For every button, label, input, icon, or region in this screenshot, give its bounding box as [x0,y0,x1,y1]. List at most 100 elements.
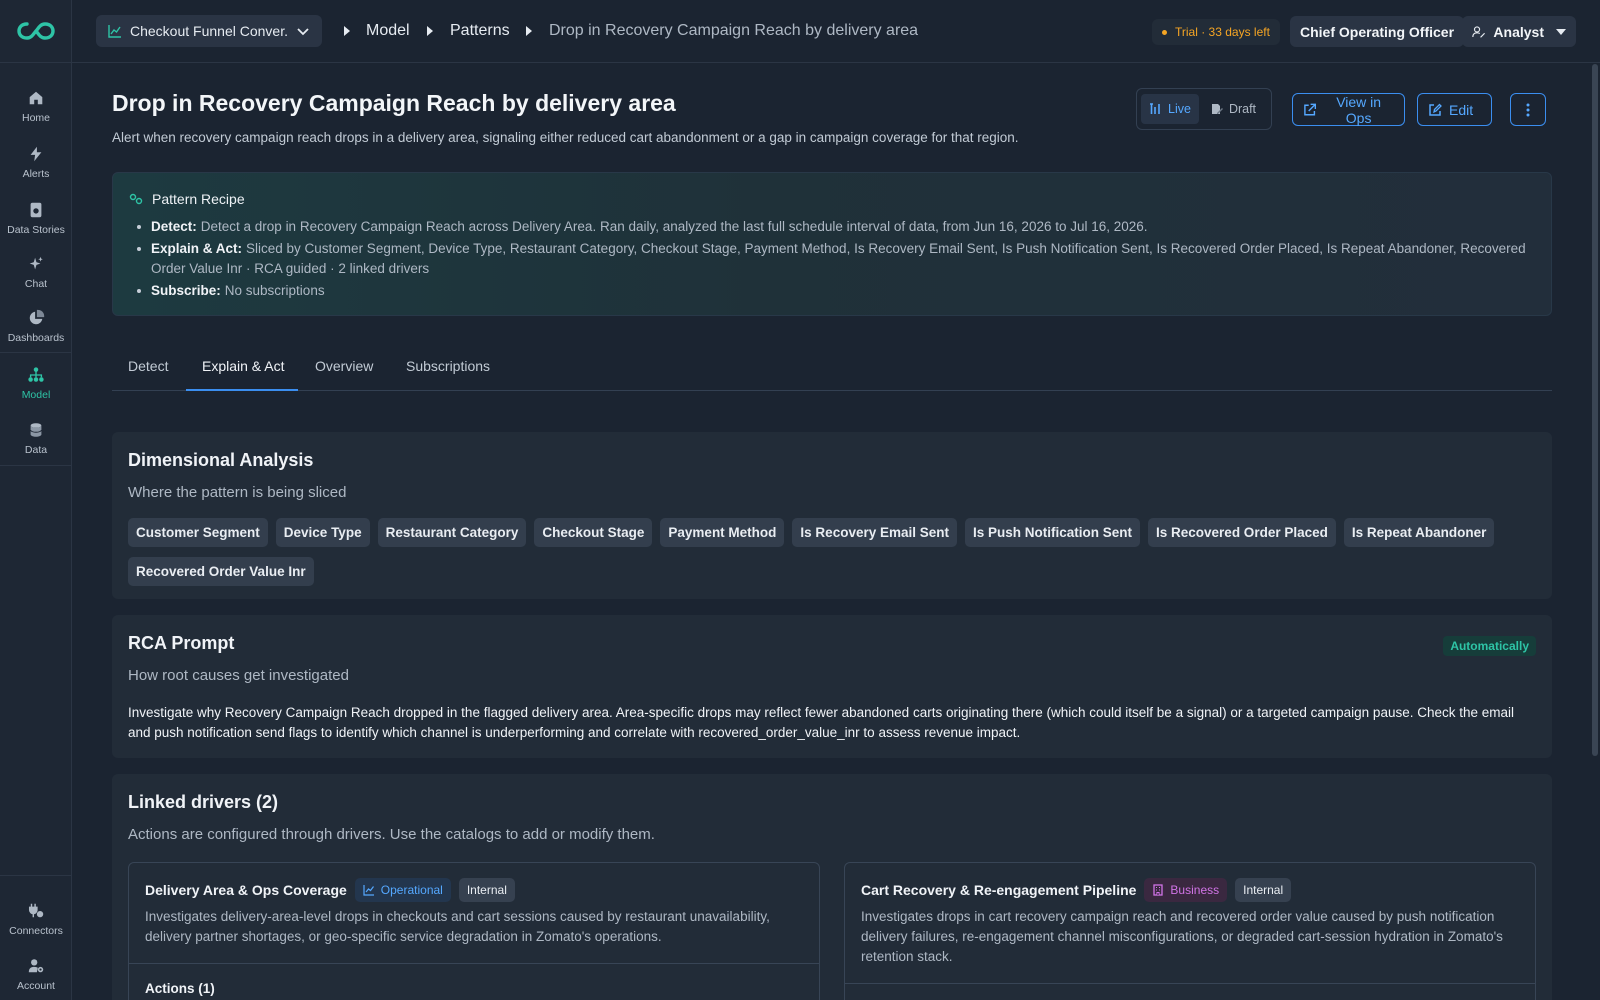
trial-text: Trial · 33 days left [1175,25,1270,39]
card-subtitle: How root causes get investigated [128,667,349,684]
tab-subscriptions[interactable]: Subscriptions [406,358,490,374]
driver-type-label: Business [1170,883,1220,897]
sidebar-item-account[interactable]: Account [0,948,72,1000]
sidebar-item-home[interactable]: Home [0,80,72,132]
dimension-chip: Payment Method [660,518,785,547]
database-icon [30,422,42,437]
line-chart-icon [108,25,121,38]
dimensional-analysis-card: Dimensional Analysis Where the pattern i… [112,432,1552,599]
external-link-icon [1304,103,1317,115]
mode-live-button[interactable]: Live [1141,94,1199,124]
page-title: Drop in Recovery Campaign Reach by deliv… [112,90,676,116]
mode-draft-button[interactable]: Draft [1203,94,1264,124]
page-scrollbar[interactable] [1592,64,1598,756]
breadcrumb-patterns[interactable]: Patterns [450,22,510,40]
plug-icon [28,903,44,917]
driver-type-label: Operational [380,883,443,897]
driver-header: Delivery Area & Ops Coverage Operational… [145,878,515,902]
mode-toggle: Live Draft [1136,88,1272,130]
recipe-subscribe-text: No subscriptions [224,283,325,298]
hierarchy-icon [28,366,44,382]
app-logo[interactable] [0,0,71,63]
driver-scope-badge: Internal [458,878,515,902]
metric-select[interactable]: Checkout Funnel Conver... [96,15,322,47]
driver-type-badge: Operational [354,878,451,902]
dimension-chip-list: Customer Segment Device Type Restaurant Ca… [128,518,1508,586]
dimension-chip: Is Push Notification Sent [965,518,1141,547]
nav-divider [0,875,72,876]
recipe-explain-label: Explain & Act: [151,241,243,256]
nav-divider [0,465,72,466]
card-title: Linked drivers (2) [128,792,279,812]
breadcrumb-separator-icon [344,26,350,36]
role-select[interactable]: Analyst [1462,16,1576,47]
driver-scope-badge: Internal [1235,878,1292,902]
sidebar-item-label: Connectors [9,924,63,937]
recipe-explain: Explain & Act: Sliced by Customer Segment… [135,239,1535,279]
view-in-ops-button[interactable]: View in Ops [1292,93,1405,126]
tab-explain-act[interactable]: Explain & Act [202,358,285,374]
breadcrumb-separator-icon [526,26,532,36]
home-icon [29,91,43,104]
caret-down-icon [1556,28,1566,35]
dimension-chip: Recovered Order Value Inr [128,557,314,586]
chevron-down-icon [297,28,309,36]
mode-live-label: Live [1168,102,1191,116]
status-dot [1162,29,1167,35]
card-subtitle: Where the pattern is being sliced [128,484,347,501]
sidebar-item-label: Account [17,979,55,992]
sidebar-item-data[interactable]: Data [0,412,72,464]
mode-draft-label: Draft [1228,102,1257,116]
persona-button[interactable]: Chief Operating Officer [1290,16,1465,47]
kebab-menu-icon [1526,103,1530,116]
divider [845,983,1535,984]
sidebar: Home Alerts Data Stories Chat Dashboards… [0,0,72,1000]
sparkle-icon [29,256,43,269]
driver-card[interactable]: Cart Recovery & Re-engagement Pipeline B… [844,862,1536,1000]
breadcrumb-model[interactable]: Model [366,22,410,40]
driver-description: Investigates delivery-area-level drops i… [145,909,770,944]
dimension-chip: Is Recovered Order Placed [1148,518,1336,547]
top-bar: Checkout Funnel Conver... Model Patterns… [72,0,1600,63]
sidebar-item-label: Chat [24,277,48,290]
metric-select-value: Checkout Funnel Conver... [130,23,288,39]
recipe-icon [129,193,143,205]
driver-header: Cart Recovery & Re-engagement Pipeline B… [861,878,1292,902]
tab-overview[interactable]: Overview [315,358,373,374]
driver-type-badge: Business [1144,878,1228,902]
pie-chart-icon [29,309,45,324]
card-subtitle: Actions are configured through drivers. … [128,826,655,843]
rca-prompt-text: Investigate why Recovery Campaign Reach … [128,705,1515,740]
dimension-chip: Device Type [275,518,370,547]
sidebar-item-label: Model [21,388,51,401]
page-description: Alert when recovery campaign reach drops… [112,130,1019,145]
sidebar-item-label: Home [21,111,50,124]
driver-card[interactable]: Delivery Area & Ops Coverage Operational… [128,862,820,1000]
recipe-detect-text: Detect a drop in Recovery Campaign Reach… [200,219,1148,234]
sidebar-item-chat[interactable]: Chat [0,246,72,298]
sidebar-item-dashboards[interactable]: Dashboards [0,300,72,352]
infinity-logo-icon [16,22,55,40]
pattern-recipe: Pattern Recipe Detect: Detect a drop in R… [112,172,1552,316]
recipe-explain-text: Sliced by Customer Segment, Device Type,… [151,241,1526,276]
sidebar-item-connectors[interactable]: Connectors [0,893,72,945]
dimension-chip: Is Recovery Email Sent [792,518,957,547]
trial-badge[interactable]: Trial · 33 days left [1152,19,1280,45]
tab-detect[interactable]: Detect [128,358,168,374]
recipe-subscribe-label: Subscribe: [151,283,221,298]
rca-prompt-card: RCA Prompt Automatically How root causes… [112,615,1552,758]
driver-name: Delivery Area & Ops Coverage [145,882,347,898]
sidebar-item-alerts[interactable]: Alerts [0,136,72,188]
sidebar-item-label: Dashboards [7,331,65,344]
more-options-button[interactable] [1510,93,1546,126]
dimension-chip: Restaurant Category [377,518,527,547]
sidebar-item-data-stories[interactable]: Data Stories [0,192,72,244]
draft-edit-icon [1211,104,1223,114]
recipe-detect: Detect: Detect a drop in Recovery Campaig… [135,217,1535,237]
driver-name: Cart Recovery & Re-engagement Pipeline [861,882,1137,898]
sidebar-item-model[interactable]: Model [0,357,72,409]
recipe-detect-label: Detect: [151,219,197,234]
driver-description: Investigates drops in cart recovery camp… [861,909,1503,964]
tab-bar: Detect Explain & Act Overview Subscripti… [112,348,1552,391]
edit-button[interactable]: Edit [1417,93,1492,126]
